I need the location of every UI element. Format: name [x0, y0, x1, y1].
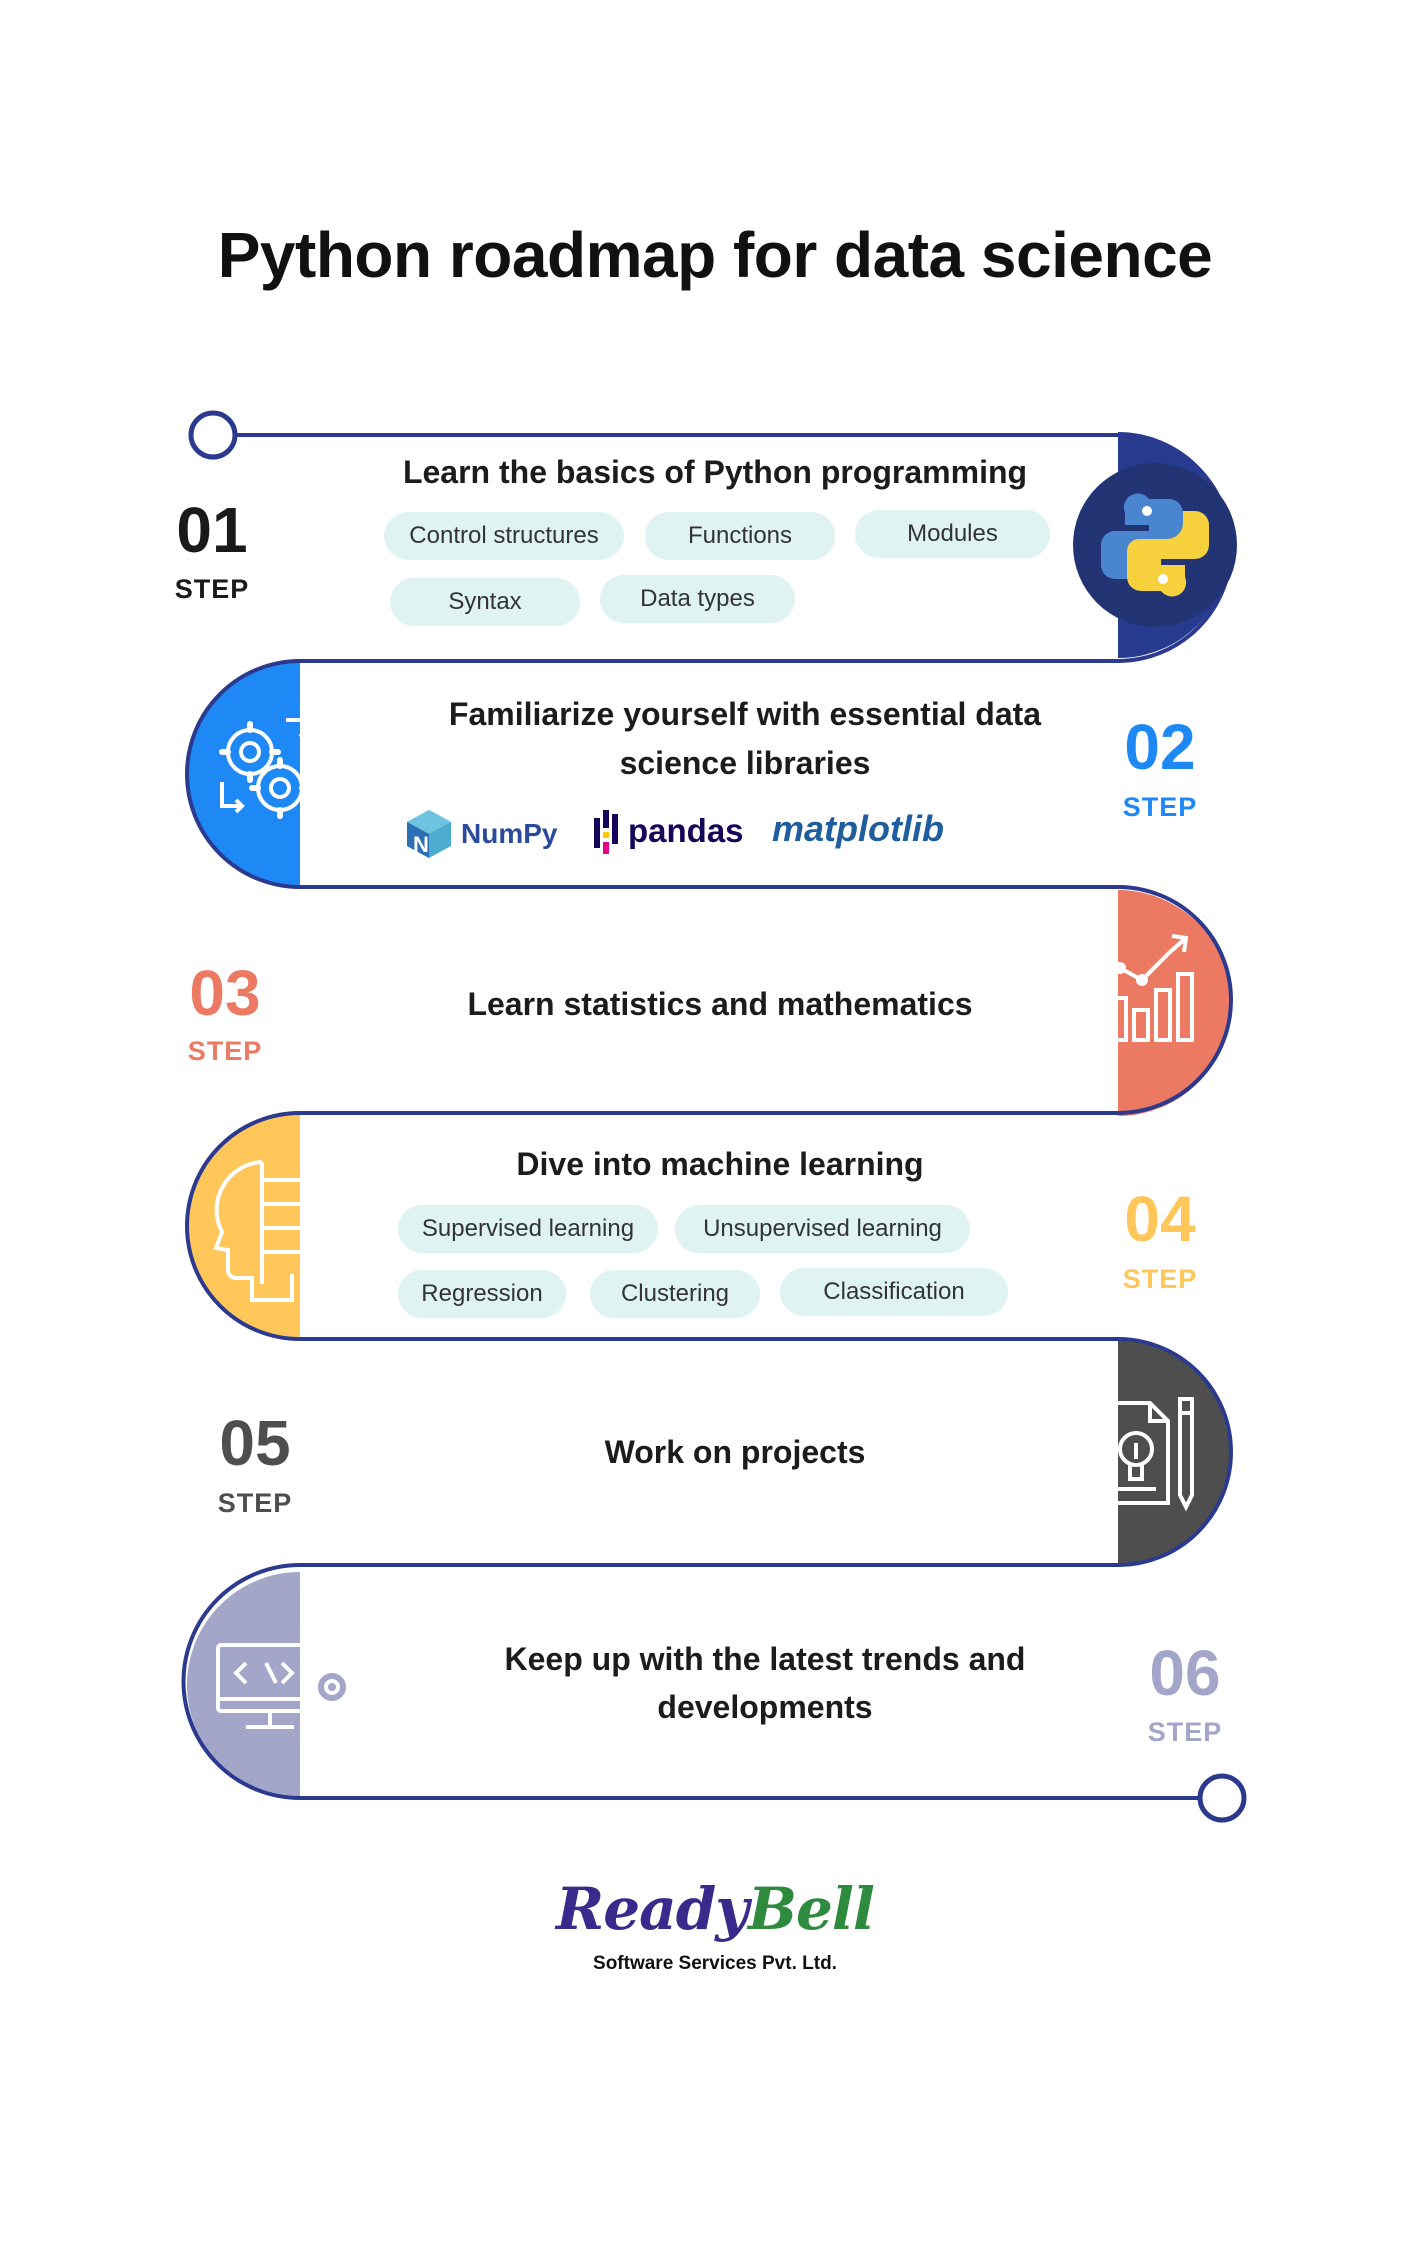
roadmap-diagram: Python roadmap for data science Learn th…	[0, 0, 1410, 2250]
step-4-number: 04	[1124, 1183, 1196, 1255]
step-4-label: STEP	[1122, 1264, 1198, 1294]
step-2-label: STEP	[1122, 792, 1198, 822]
step-6-number: 06	[1149, 1637, 1221, 1709]
matplotlib-logo: matplotlib	[772, 808, 944, 850]
step-6-label: STEP	[1147, 1717, 1223, 1747]
brand-subtitle: Software Services Pvt. Ltd.	[593, 1953, 837, 1974]
python-logo-icon	[1073, 463, 1237, 627]
pill-functions: Functions	[645, 512, 835, 560]
step-6-heading-line2: developments	[657, 1689, 873, 1725]
pill-supervised-learning: Supervised learning	[398, 1205, 658, 1253]
numpy-logo: N NumPy	[405, 808, 557, 860]
pill-syntax: Syntax	[390, 578, 580, 626]
pandas-label: pandas	[628, 812, 744, 849]
step-3-badge	[1118, 890, 1231, 1116]
step-4-heading: Dive into machine learning	[516, 1146, 924, 1182]
brand-logo: ReadyBell	[0, 1875, 1410, 1943]
step-5-number: 05	[219, 1407, 291, 1479]
path-end-node	[1197, 1773, 1247, 1823]
pill-data-types: Data types	[600, 575, 795, 623]
step-1-label: STEP	[174, 574, 250, 604]
brand-bell: Bell	[747, 1875, 875, 1943]
step-1-number: 01	[176, 494, 248, 566]
path-start-node	[188, 410, 238, 460]
numpy-label: NumPy	[461, 818, 558, 849]
step-2-number: 02	[1124, 711, 1196, 783]
step-6-badge	[187, 1572, 300, 1798]
numpy-cube-icon: N	[407, 810, 451, 858]
pandas-bars-icon	[594, 810, 618, 854]
step-1-heading: Learn the basics of Python programming	[402, 454, 1028, 490]
step-6-heading-line1: Keep up with the latest trends and	[504, 1641, 1026, 1677]
pandas-logo: pandas	[592, 808, 744, 854]
pill-regression: Regression	[398, 1270, 566, 1318]
step-2-heading-line2: science libraries	[619, 745, 871, 781]
step-3-number: 03	[189, 957, 261, 1029]
step-3-heading: Learn statistics and mathematics	[467, 986, 973, 1022]
pill-control-structures: Control structures	[384, 512, 624, 560]
matplotlib-label: matplotlib	[772, 808, 944, 849]
svg-text:N: N	[413, 832, 429, 857]
step-4-badge	[187, 1111, 300, 1337]
step-2-heading-line1: Familiarize yourself with essential data	[448, 696, 1042, 732]
pill-unsupervised-learning: Unsupervised learning	[675, 1205, 970, 1253]
step-3-label: STEP	[187, 1036, 263, 1066]
pill-clustering: Clustering	[590, 1270, 760, 1318]
pill-modules: Modules	[855, 510, 1050, 558]
snake-line	[181, 433, 1233, 1800]
pill-classification: Classification	[780, 1268, 1008, 1316]
step-5-heading: Work on projects	[604, 1434, 866, 1470]
brand-ready: Ready	[556, 1875, 749, 1943]
step-5-label: STEP	[217, 1488, 293, 1518]
